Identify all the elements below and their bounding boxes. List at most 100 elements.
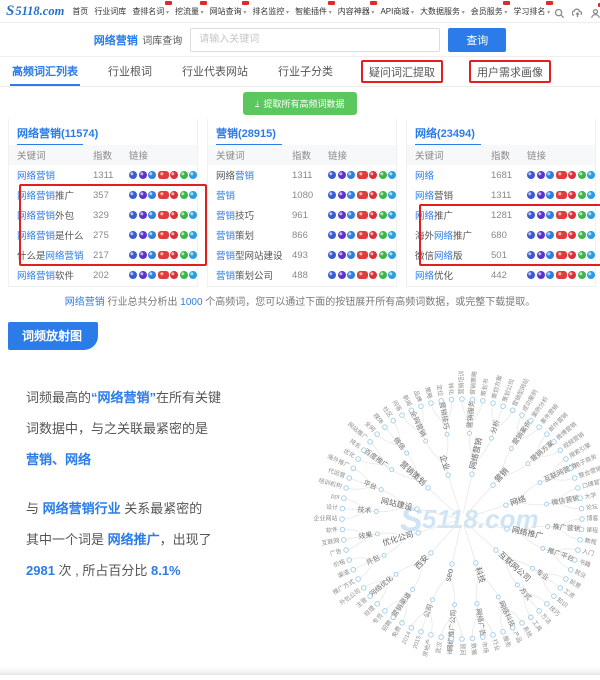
platform-link-icon-1[interactable] <box>129 251 137 259</box>
platform-link-icon-5[interactable] <box>568 251 576 259</box>
platform-link-icon-1[interactable] <box>527 211 535 219</box>
platform-link-icon-4[interactable] <box>158 191 169 199</box>
platform-link-icon-5[interactable] <box>369 231 377 239</box>
platform-link-icon-2[interactable] <box>139 231 147 239</box>
nav-item[interactable]: 网站查询 ▾ <box>210 6 247 17</box>
platform-link-icon-6[interactable] <box>379 211 387 219</box>
platform-link-icon-7[interactable] <box>587 251 595 259</box>
platform-link-icon-6[interactable] <box>180 271 188 279</box>
platform-link-icon-2[interactable] <box>537 171 545 179</box>
nav-item[interactable]: 学习排名 ▾ <box>513 6 550 17</box>
cloud-upload-icon[interactable] <box>572 6 583 17</box>
platform-link-icon-3[interactable] <box>546 251 554 259</box>
platform-link-icon-1[interactable] <box>328 271 336 279</box>
platform-link-icon-6[interactable] <box>180 171 188 179</box>
platform-link-icon-6[interactable] <box>379 271 387 279</box>
platform-link-icon-1[interactable] <box>328 251 336 259</box>
platform-link-icon-6[interactable] <box>180 191 188 199</box>
keyword-search-input[interactable] <box>190 28 440 52</box>
platform-link-icon-1[interactable] <box>129 231 137 239</box>
platform-link-icon-2[interactable] <box>537 251 545 259</box>
platform-link-icon-4[interactable] <box>556 191 567 199</box>
platform-link-icon-3[interactable] <box>546 191 554 199</box>
platform-link-icon-2[interactable] <box>139 211 147 219</box>
platform-link-icon-3[interactable] <box>148 211 156 219</box>
platform-link-icon-7[interactable] <box>587 271 595 279</box>
platform-link-icon-6[interactable] <box>578 211 586 219</box>
platform-link-icon-1[interactable] <box>328 211 336 219</box>
platform-link-icon-3[interactable] <box>347 171 355 179</box>
nav-item[interactable]: 内容神器 ▾ <box>338 6 375 17</box>
tab-item[interactable]: 行业代表网站 <box>180 57 250 86</box>
keyword-link[interactable]: 网络优化 <box>407 268 491 282</box>
platform-link-icon-3[interactable] <box>347 211 355 219</box>
query-button[interactable]: 查询 <box>448 28 506 52</box>
platform-link-icon-7[interactable] <box>587 171 595 179</box>
keyword-link[interactable]: 什么是网络营销 <box>9 248 93 262</box>
platform-link-icon-6[interactable] <box>379 231 387 239</box>
platform-link-icon-5[interactable] <box>369 271 377 279</box>
platform-link-icon-1[interactable] <box>527 231 535 239</box>
platform-link-icon-7[interactable] <box>388 251 396 259</box>
platform-link-icon-4[interactable] <box>158 231 169 239</box>
platform-link-icon-4[interactable] <box>357 271 368 279</box>
panel-title[interactable]: 网络营销(11574) <box>9 119 197 145</box>
nav-item[interactable]: 行业词库 <box>94 6 126 17</box>
platform-link-icon-6[interactable] <box>578 171 586 179</box>
platform-link-icon-5[interactable] <box>568 271 576 279</box>
tab-item[interactable]: 行业根词 <box>106 57 154 86</box>
platform-link-icon-7[interactable] <box>388 271 396 279</box>
platform-link-icon-3[interactable] <box>148 171 156 179</box>
platform-link-icon-4[interactable] <box>158 211 169 219</box>
platform-link-icon-2[interactable] <box>537 271 545 279</box>
platform-link-icon-7[interactable] <box>189 191 197 199</box>
platform-link-icon-1[interactable] <box>129 191 137 199</box>
nav-item[interactable]: 查排名词 ▾ <box>132 6 169 17</box>
platform-link-icon-3[interactable] <box>546 231 554 239</box>
platform-link-icon-3[interactable] <box>148 231 156 239</box>
platform-link-icon-2[interactable] <box>537 191 545 199</box>
platform-link-icon-7[interactable] <box>388 191 396 199</box>
platform-link-icon-6[interactable] <box>578 191 586 199</box>
platform-link-icon-1[interactable] <box>129 211 137 219</box>
platform-link-icon-5[interactable] <box>170 251 178 259</box>
platform-link-icon-7[interactable] <box>189 251 197 259</box>
platform-link-icon-5[interactable] <box>568 231 576 239</box>
platform-link-icon-7[interactable] <box>587 231 595 239</box>
platform-link-icon-7[interactable] <box>388 171 396 179</box>
platform-link-icon-4[interactable] <box>357 191 368 199</box>
tab-active[interactable]: 高频词汇列表 <box>10 57 80 86</box>
platform-link-icon-7[interactable] <box>587 191 595 199</box>
keyword-link[interactable]: 网络营销是什么 <box>9 228 93 242</box>
platform-link-icon-3[interactable] <box>347 231 355 239</box>
platform-link-icon-3[interactable] <box>347 271 355 279</box>
nav-item[interactable]: 排名监控 ▾ <box>252 6 289 17</box>
platform-link-icon-4[interactable] <box>158 171 169 179</box>
panel-title[interactable]: 网络(23494) <box>407 119 595 145</box>
platform-link-icon-1[interactable] <box>527 171 535 179</box>
platform-link-icon-5[interactable] <box>369 251 377 259</box>
platform-link-icon-2[interactable] <box>338 211 346 219</box>
platform-link-icon-5[interactable] <box>170 231 178 239</box>
tab-item[interactable]: 疑问词汇提取 <box>361 60 443 83</box>
platform-link-icon-4[interactable] <box>357 211 368 219</box>
nav-item[interactable]: 智能插件 ▾ <box>295 6 332 17</box>
platform-link-icon-2[interactable] <box>537 231 545 239</box>
platform-link-icon-2[interactable] <box>338 251 346 259</box>
platform-link-icon-3[interactable] <box>148 191 156 199</box>
platform-link-icon-7[interactable] <box>189 171 197 179</box>
platform-link-icon-7[interactable] <box>388 211 396 219</box>
platform-link-icon-4[interactable] <box>556 231 567 239</box>
platform-link-icon-6[interactable] <box>180 211 188 219</box>
platform-link-icon-1[interactable] <box>129 271 137 279</box>
platform-link-icon-6[interactable] <box>578 251 586 259</box>
extract-all-button[interactable]: ↓ 提取所有高频词数据 <box>243 92 356 115</box>
panel-title[interactable]: 营销(28915) <box>208 119 396 145</box>
search-icon[interactable] <box>554 6 565 17</box>
platform-link-icon-5[interactable] <box>170 211 178 219</box>
keyword-link[interactable]: 营销策划 <box>208 228 292 242</box>
tab-item[interactable]: 用户需求画像 <box>469 60 551 83</box>
keyword-link[interactable]: 网络推广 <box>407 208 491 222</box>
platform-link-icon-2[interactable] <box>338 231 346 239</box>
nav-item[interactable]: 挖流量 ▾ <box>175 6 204 17</box>
